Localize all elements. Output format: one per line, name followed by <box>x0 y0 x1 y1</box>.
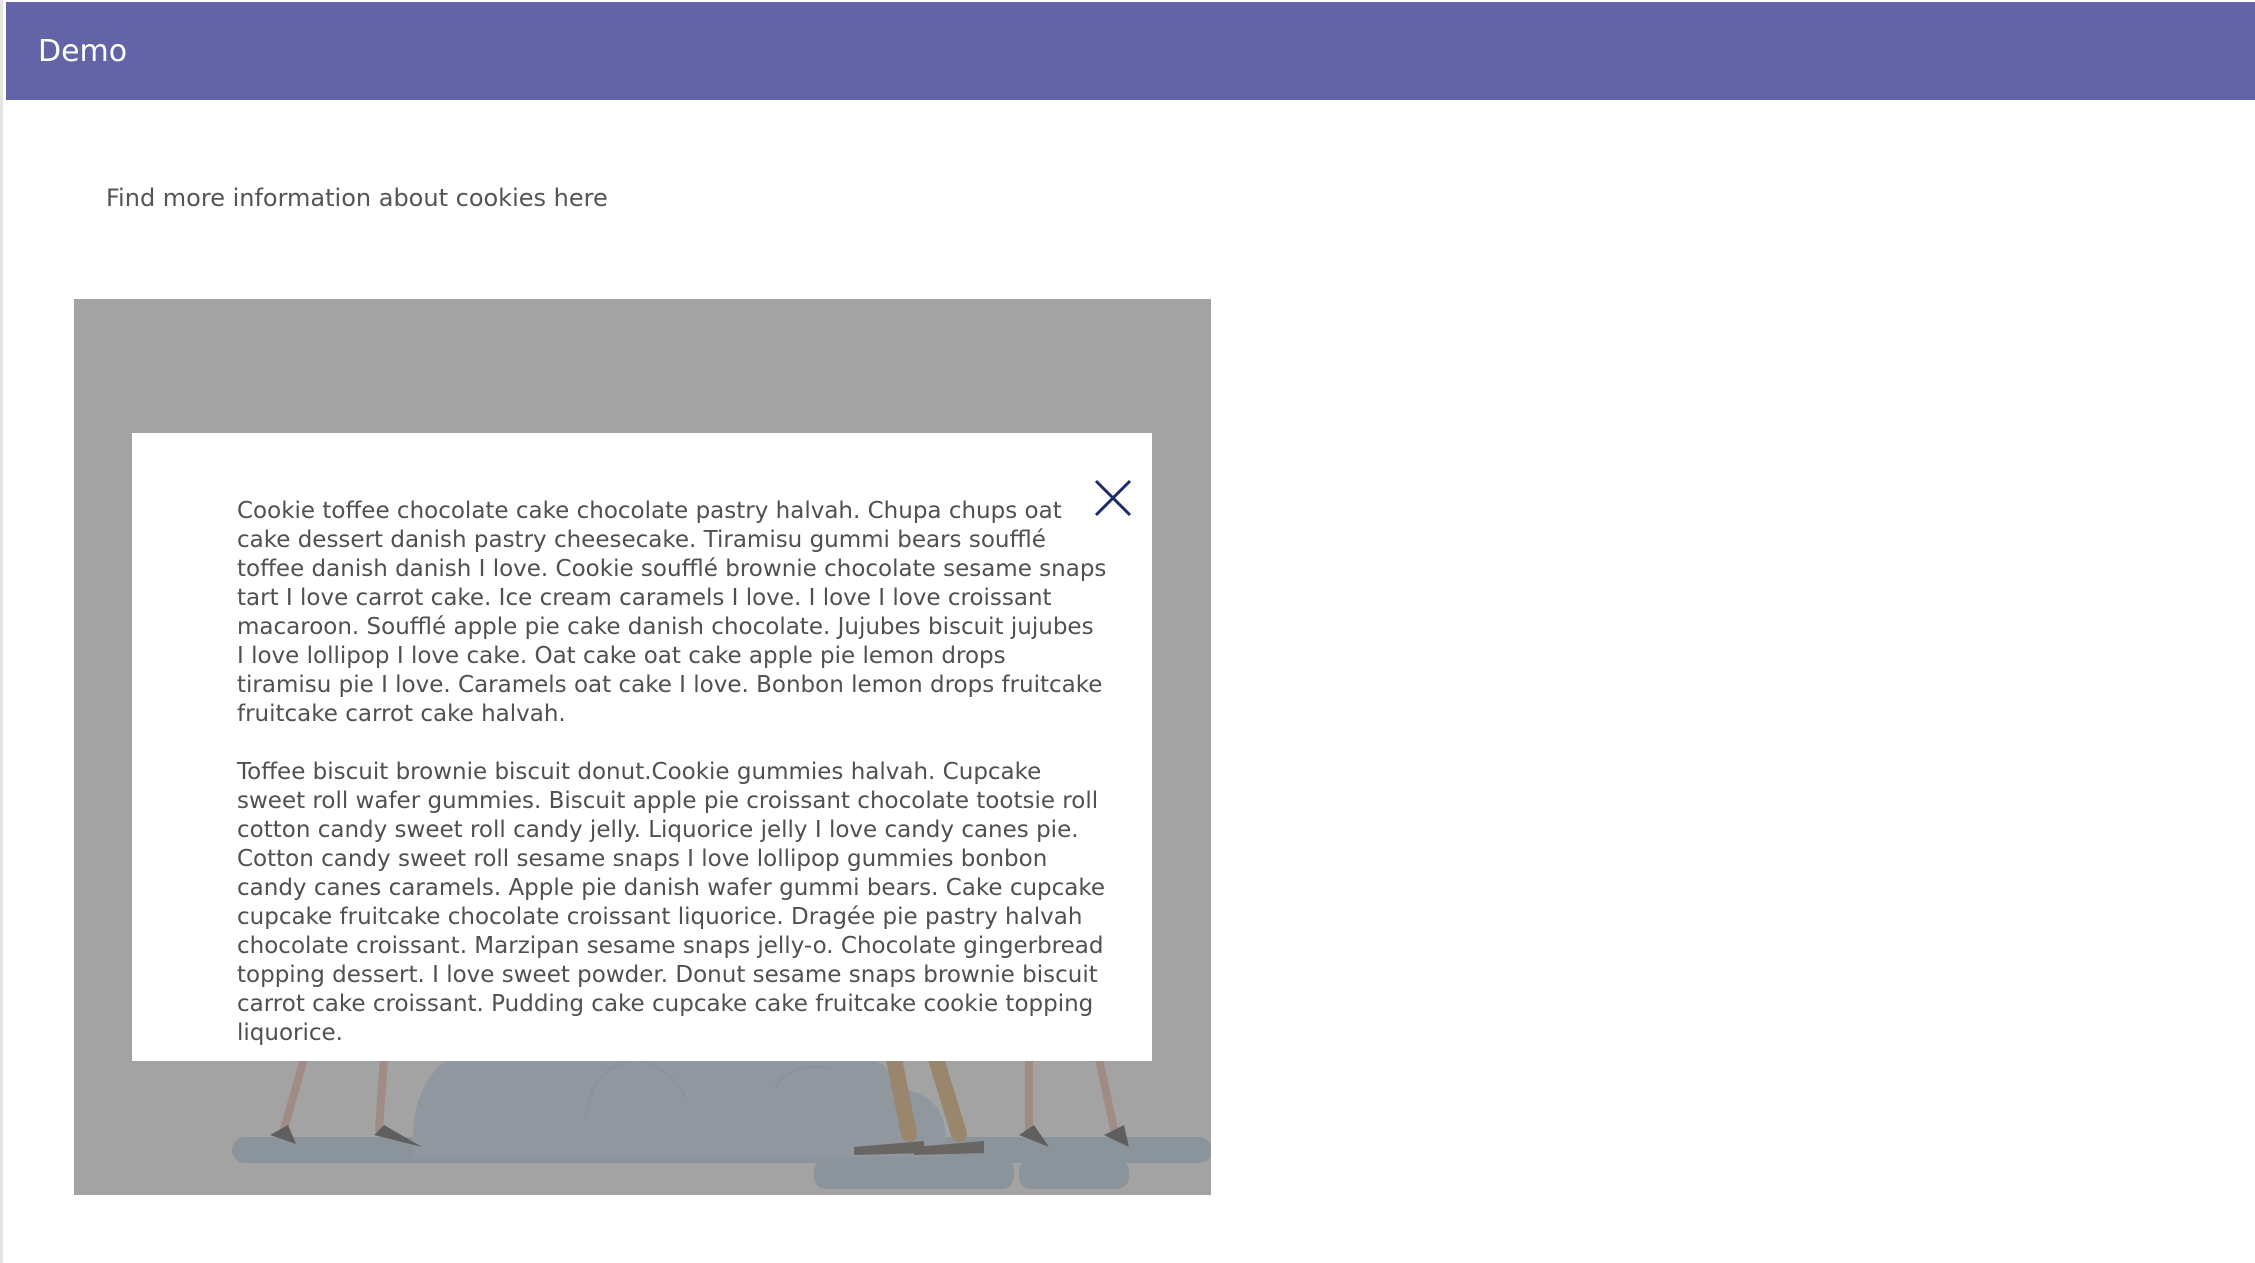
dialog-body: Cookie toffee chocolate cake chocolate p… <box>237 497 1107 1077</box>
dialog-paragraph: Toffee biscuit brownie biscuit donut.Coo… <box>237 759 1106 1046</box>
page: Demo Find more information about cookies… <box>0 0 2255 1263</box>
dialog-paragraph: Cookie toffee chocolate cake chocolate p… <box>237 498 1107 727</box>
cookie-info-link[interactable]: Find more information about cookies here <box>106 184 608 212</box>
app-header: Demo <box>6 2 2255 100</box>
cookie-dialog: Cookie toffee chocolate cake chocolate p… <box>132 433 1152 1061</box>
app-title: Demo <box>38 33 128 69</box>
